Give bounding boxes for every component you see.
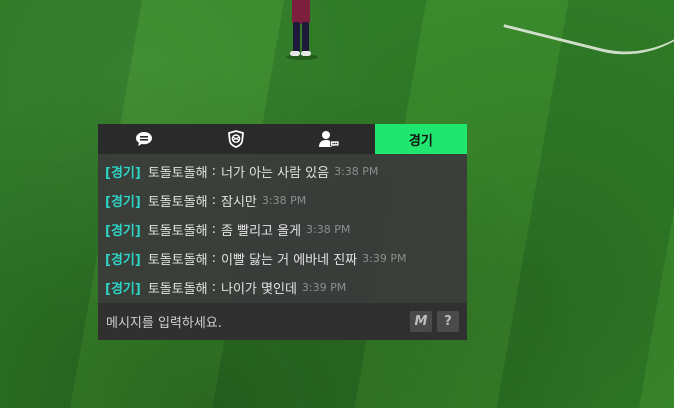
message-separator: : (211, 164, 217, 179)
message-sender[interactable]: 토돌토돌해 (148, 162, 208, 181)
chat-message: [경기] 토돌토돌해 : 잠시만 3:38 PM (105, 186, 467, 215)
chat-message: [경기] 토돌토돌해 : 좀 빨리고 올게 3:38 PM (105, 215, 467, 244)
tab-club-chat[interactable] (190, 124, 282, 154)
message-text: 이빨 닳는 거 에바네 진짜 (221, 253, 358, 268)
chat-message: [경기] 토돌토돌해 : 너가 아는 사람 있음 3:38 PM (105, 157, 467, 186)
message-list: [경기] 토돌토돌해 : 너가 아는 사람 있음 3:38 PM [경기] 토돌… (98, 154, 467, 303)
chat-panel: 경기 [경기] 토돌토돌해 : 너가 아는 사람 있음 3:38 PM [경기]… (98, 124, 467, 340)
message-text: 너가 아는 사람 있음 (221, 166, 330, 181)
help-button[interactable]: ? (437, 311, 459, 332)
message-channel: [경기] (105, 166, 141, 181)
message-time: 3:39 PM (301, 281, 347, 294)
tab-friend-chat[interactable] (283, 124, 375, 154)
tab-general-chat[interactable] (98, 124, 190, 154)
chat-message-input[interactable]: 메시지를 입력하세요. (98, 312, 410, 331)
chat-message: [경기] 토돌토돌해 : 나이가 몇인데 3:39 PM (105, 273, 467, 302)
message-channel: [경기] (105, 224, 141, 239)
message-channel: [경기] (105, 195, 141, 210)
message-separator: : (211, 193, 217, 208)
message-text: 좀 빨리고 올게 (221, 224, 302, 239)
message-time: 3:39 PM (362, 252, 407, 265)
tab-match-chat[interactable]: 경기 (374, 124, 467, 154)
message-time: 3:38 PM (334, 165, 379, 178)
message-text: 나이가 몇인데 (221, 282, 297, 297)
club-shield-icon (228, 130, 245, 148)
message-time: 3:38 PM (261, 194, 307, 207)
player-figure (286, 0, 318, 62)
message-sender[interactable]: 토돌토돌해 (148, 220, 208, 239)
user-chat-icon (318, 131, 340, 148)
message-sender[interactable]: 토돌토돌해 (148, 191, 208, 210)
message-sender[interactable]: 토돌토돌해 (148, 278, 208, 297)
message-separator: : (211, 222, 217, 237)
speech-bubble-icon (136, 132, 153, 146)
message-channel: [경기] (105, 282, 141, 297)
message-separator: : (211, 251, 217, 266)
macro-button[interactable]: M (410, 311, 432, 332)
chat-message: [경기] 토돌토돌해 : 이빨 닳는 거 에바네 진짜 3:39 PM (105, 244, 467, 273)
message-time: 3:38 PM (306, 223, 351, 236)
message-separator: : (211, 280, 217, 295)
message-sender[interactable]: 토돌토돌해 (148, 249, 208, 268)
message-text: 잠시만 (221, 195, 257, 210)
message-channel: [경기] (105, 253, 141, 268)
chat-tabs: 경기 (98, 124, 467, 154)
tab-match-chat-label: 경기 (408, 133, 433, 149)
chat-input-bar: 메시지를 입력하세요. M ? (98, 303, 467, 340)
